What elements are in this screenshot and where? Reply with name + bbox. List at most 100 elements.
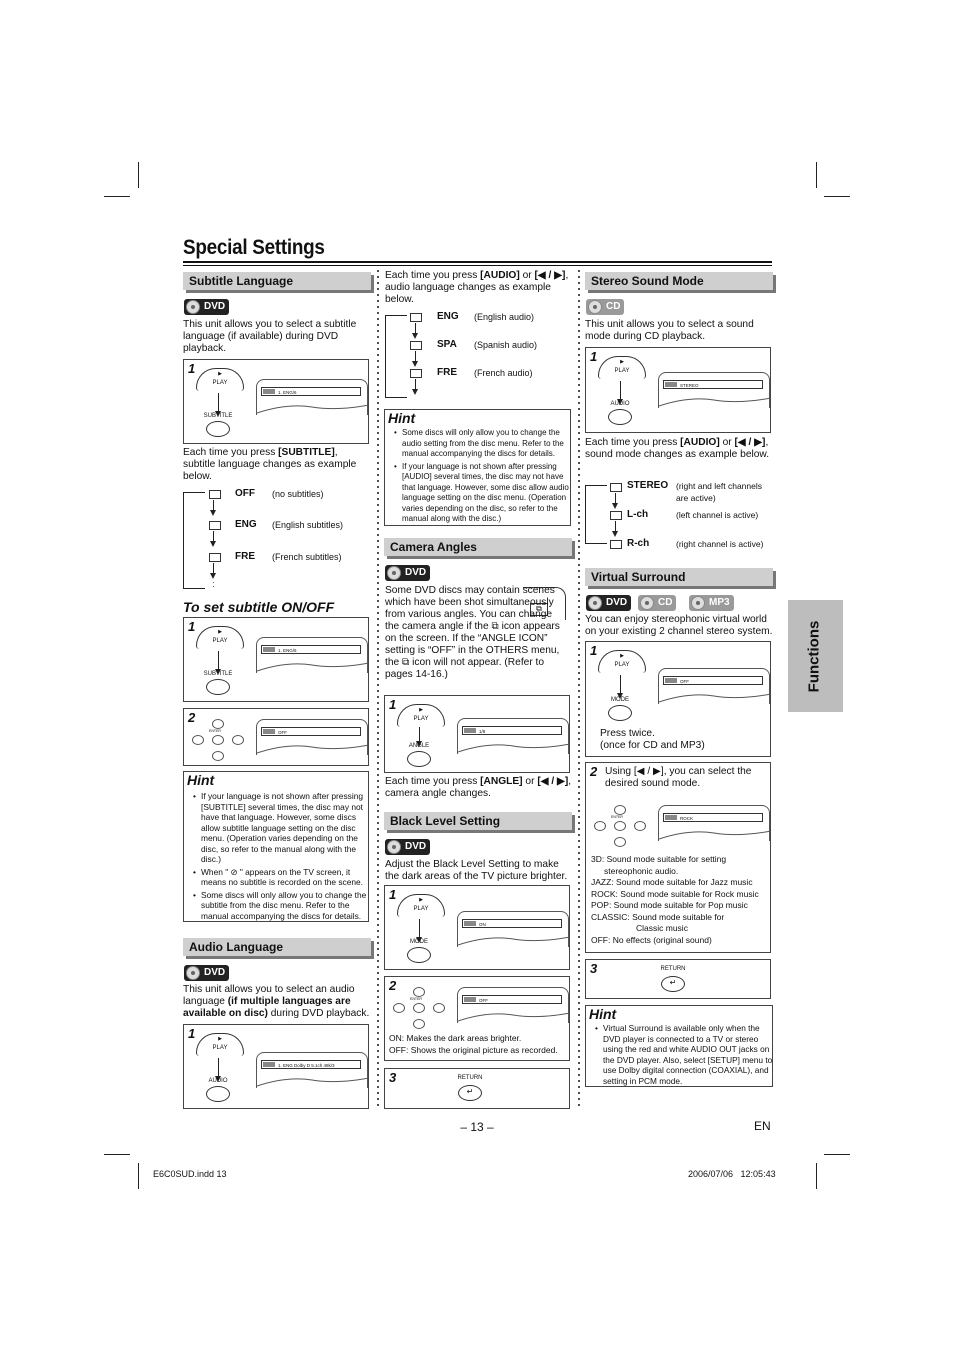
sequence-code: SPA: [437, 339, 457, 350]
arrow-down-icon: [612, 493, 618, 509]
angle-icon: [464, 728, 476, 733]
column-divider: [578, 268, 580, 1110]
mode-list: 3D: Sound mode suitable for setting ster…: [591, 854, 771, 946]
hint-title: Hint: [589, 1006, 617, 1022]
right-button[interactable]: [634, 821, 646, 831]
mode-item: POP: Sound mode suitable for Pop music: [591, 900, 748, 910]
section-heading: Subtitle Language: [183, 272, 371, 290]
intro-text: Adjust the Black Level Setting to make t…: [385, 859, 568, 882]
subtitle-icon: [263, 729, 275, 734]
play-button[interactable]: PLAY: [397, 696, 445, 727]
side-tab-label: Functions: [805, 620, 823, 692]
left-button[interactable]: [192, 735, 204, 745]
footer-filename: E6C0SUD.indd 13: [153, 1169, 227, 1179]
subtitle-button[interactable]: [206, 421, 230, 437]
up-button[interactable]: [413, 987, 425, 997]
hint-list: If your language is not shown after pres…: [191, 791, 373, 923]
angle-button[interactable]: [407, 751, 431, 767]
mode-item: OFF: No effects (original sound): [591, 934, 712, 945]
arrow-down-icon: [617, 675, 623, 699]
step-box: 3 RETURN ↵: [585, 959, 771, 999]
step-number: 2: [590, 764, 598, 779]
right-button[interactable]: [232, 735, 244, 745]
step-box: 1 PLAY AUDIO 1. ENG Dolby D 5.1ch 48k/3: [183, 1024, 369, 1109]
disc-icon: [691, 596, 705, 610]
arrow-down-icon: [416, 919, 422, 943]
tv-screen: STEREO: [658, 372, 770, 408]
enter-label: ENTER: [611, 815, 623, 819]
step-number: 1: [590, 349, 598, 364]
disc-icon: [588, 596, 602, 610]
step-box: 1 PLAY SUBTITLE 1. ENG/6: [183, 617, 369, 702]
button-label: ANGLE: [408, 743, 430, 749]
arrow-down-icon: [412, 379, 418, 395]
tv-screen: ROCK: [658, 805, 770, 841]
audio-button[interactable]: [206, 1086, 230, 1102]
ellipsis: · ·: [212, 578, 215, 591]
screen-readout: OFF: [261, 727, 361, 736]
down-button[interactable]: [212, 751, 224, 761]
play-button[interactable]: PLAY: [598, 642, 646, 673]
sequence-desc: (right channel is active): [676, 539, 764, 549]
hint-item: Virtual Surround is available only when …: [595, 1023, 779, 1086]
each-time-text: Each time you press [AUDIO] or [◀ / ▶], …: [385, 270, 569, 305]
return-button[interactable]: ↵: [458, 1085, 482, 1101]
sequence-desc: (French audio): [474, 368, 533, 378]
screen-readout: 1. ENG/6: [261, 645, 361, 654]
sequence-code: L-ch: [627, 509, 649, 520]
cursor-keys: ENTER: [594, 805, 654, 849]
audio-button[interactable]: [608, 409, 632, 425]
play-button[interactable]: PLAY: [196, 1025, 244, 1056]
hint-item: If your language is not shown after pres…: [193, 791, 373, 865]
cycle-arrow: [183, 492, 205, 589]
left-button[interactable]: [594, 821, 606, 831]
screen-edge: [458, 1012, 568, 1022]
intro-text: This unit allows you to select a sound m…: [585, 319, 754, 342]
crop-mark: [824, 196, 850, 197]
each-time-text: Each time you press [AUDIO] or [◀ / ▶], …: [585, 437, 770, 460]
dvd-badge: DVD: [184, 965, 230, 981]
note: Press twice.: [600, 728, 655, 739]
play-button[interactable]: PLAY: [598, 348, 646, 379]
left-button[interactable]: [393, 1003, 405, 1013]
tv-screen: 1. ENG Dolby D 5.1ch 48k/3: [256, 1052, 368, 1088]
subheading: To set subtitle ON/OFF: [183, 599, 335, 615]
cd-badge: CD: [586, 299, 625, 315]
section-heading: Audio Language: [183, 938, 371, 956]
disc-icon: [186, 966, 200, 980]
disc-icon: [640, 596, 654, 610]
enter-button[interactable]: [413, 1003, 425, 1013]
screen-readout: 1/8: [462, 726, 562, 735]
intro-text: You can enjoy stereophonic virtual world…: [585, 614, 773, 637]
language-code: EN: [754, 1119, 771, 1133]
dvd-badge: DVD: [385, 839, 431, 855]
arrow-down-icon: [215, 651, 221, 675]
arrow-down-icon: [210, 531, 216, 547]
mode-button[interactable]: [608, 705, 632, 721]
play-button[interactable]: PLAY: [397, 886, 445, 917]
mode-button[interactable]: [407, 947, 431, 963]
enter-button[interactable]: [212, 735, 224, 745]
down-button[interactable]: [413, 1019, 425, 1029]
screen-readout: 1. ENG/6: [261, 387, 361, 396]
mp3-badge: MP3: [689, 595, 734, 611]
up-button[interactable]: [212, 719, 224, 729]
play-button[interactable]: PLAY: [196, 360, 244, 391]
each-time-text: Each time you press [ANGLE] or [◀ / ▶], …: [385, 776, 572, 799]
mode-item: ROCK: Sound mode suitable for Rock music: [591, 888, 759, 899]
hint-item: Some discs will only allow you to change…: [193, 890, 373, 922]
subtitle-button[interactable]: [206, 679, 230, 695]
right-button[interactable]: [433, 1003, 445, 1013]
section-heading: Black Level Setting: [384, 812, 572, 830]
down-button[interactable]: [614, 837, 626, 847]
black-level-icon: [464, 921, 476, 926]
arrow-down-icon: [215, 1058, 221, 1082]
arrow-down-icon: [612, 521, 618, 537]
play-button[interactable]: PLAY: [196, 618, 244, 649]
up-button[interactable]: [614, 805, 626, 815]
column-divider: [377, 268, 379, 1110]
return-button[interactable]: ↵: [661, 976, 685, 992]
enter-button[interactable]: [614, 821, 626, 831]
mode-item: Classic music: [636, 923, 688, 933]
hint-box: Hint Some discs will only allow you to c…: [384, 409, 571, 526]
